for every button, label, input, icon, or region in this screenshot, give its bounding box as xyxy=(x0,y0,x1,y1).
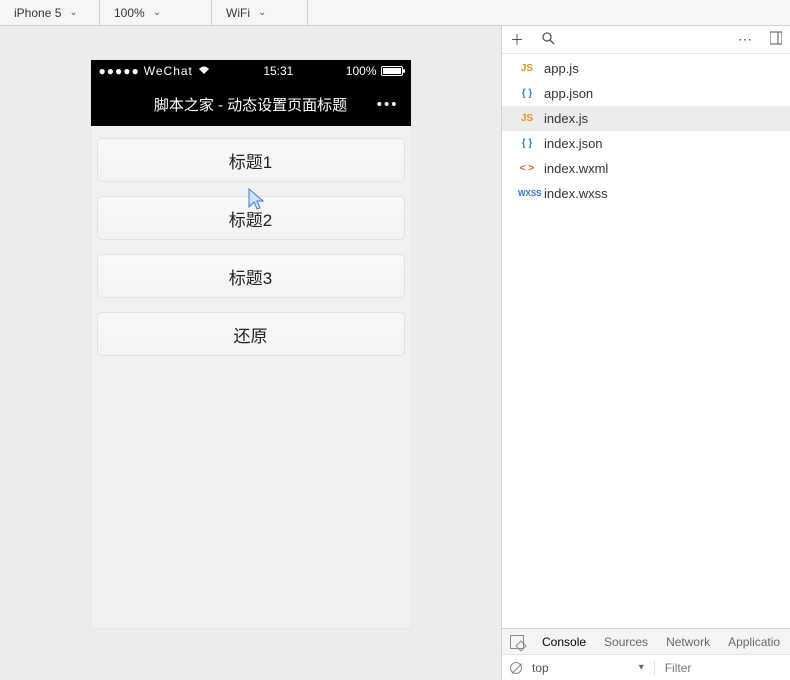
title1-button[interactable]: 标题1 xyxy=(97,138,405,182)
tab-network[interactable]: Network xyxy=(666,635,710,649)
tab-sources[interactable]: Sources xyxy=(604,635,648,649)
file-item[interactable]: { } app.json xyxy=(502,81,790,106)
js-file-icon: JS xyxy=(518,63,536,74)
reset-button[interactable]: 还原 xyxy=(97,312,405,356)
network-select-label: WiFi xyxy=(226,6,250,20)
status-time: 15:31 xyxy=(263,64,293,78)
element-picker-icon[interactable] xyxy=(510,635,524,649)
network-select[interactable]: WiFi ⌄ xyxy=(212,0,308,25)
device-select[interactable]: iPhone 5 ⌄ xyxy=(0,0,100,25)
zoom-select[interactable]: 100% ⌄ xyxy=(100,0,212,25)
page-title: 脚本之家 - 动态设置页面标题 xyxy=(154,94,347,115)
status-bar: ●●●●● WeChat 15:31 100% xyxy=(91,60,411,82)
wxss-file-icon: WXSS xyxy=(518,189,536,198)
title2-button[interactable]: 标题2 xyxy=(97,196,405,240)
button-label: 标题1 xyxy=(229,148,272,173)
file-item[interactable]: JS app.js xyxy=(502,56,790,81)
file-name: index.wxss xyxy=(544,186,608,201)
phone-frame: ●●●●● WeChat 15:31 100% 脚本之家 - 动态设置页面标题 … xyxy=(91,60,411,628)
file-toolbar: ＋ ⋯ xyxy=(502,26,790,54)
button-label: 标题3 xyxy=(229,264,272,289)
console-filter-bar: top ▾ xyxy=(502,654,790,680)
carrier-label: WeChat xyxy=(144,64,193,78)
file-item[interactable]: JS index.js xyxy=(502,106,790,131)
battery-pct: 100% xyxy=(346,64,377,78)
file-name: index.js xyxy=(544,111,588,126)
dropdown-icon: ▾ xyxy=(639,662,644,673)
file-item[interactable]: < > index.wxml xyxy=(502,156,790,181)
top-toolbar: iPhone 5 ⌄ 100% ⌄ WiFi ⌄ xyxy=(0,0,790,26)
json-file-icon: { } xyxy=(518,88,536,99)
tab-application[interactable]: Applicatio xyxy=(728,635,780,649)
file-name: index.json xyxy=(544,136,603,151)
context-select[interactable]: top ▾ xyxy=(532,661,655,675)
panel-toggle-icon[interactable] xyxy=(770,31,782,48)
file-item[interactable]: { } index.json xyxy=(502,131,790,156)
right-panel: ＋ ⋯ JS app.js { } app.json JS index.js { } inde… xyxy=(502,26,790,680)
simulator-panel: ●●●●● WeChat 15:31 100% 脚本之家 - 动态设置页面标题 … xyxy=(0,26,502,680)
filter-input[interactable] xyxy=(665,661,755,675)
zoom-select-label: 100% xyxy=(114,6,145,20)
file-item[interactable]: WXSS index.wxss xyxy=(502,181,790,206)
json-file-icon: { } xyxy=(518,138,536,149)
battery-icon xyxy=(381,66,403,76)
wxml-file-icon: < > xyxy=(518,163,536,174)
js-file-icon: JS xyxy=(518,113,536,124)
button-label: 标题2 xyxy=(229,206,272,231)
chevron-down-icon: ⌄ xyxy=(69,7,77,18)
file-name: app.json xyxy=(544,86,593,101)
clear-console-icon[interactable] xyxy=(510,662,522,674)
signal-dots-icon: ●●●●● xyxy=(99,64,140,78)
file-name: app.js xyxy=(544,61,579,76)
add-icon[interactable]: ＋ xyxy=(510,30,524,50)
more-horiz-icon[interactable]: ⋯ xyxy=(738,31,752,48)
chevron-down-icon: ⌄ xyxy=(258,7,266,18)
button-label: 还原 xyxy=(234,322,268,347)
wifi-icon xyxy=(197,64,211,78)
file-list: JS app.js { } app.json JS index.js { } index.js… xyxy=(502,54,790,628)
devtools-tab-bar: Console Sources Network Applicatio xyxy=(502,628,790,654)
tab-console[interactable]: Console xyxy=(542,635,586,649)
chevron-down-icon: ⌄ xyxy=(153,7,161,18)
more-icon[interactable]: ••• xyxy=(377,96,399,113)
search-icon[interactable] xyxy=(542,32,555,48)
status-right: 100% xyxy=(346,64,403,78)
title3-button[interactable]: 标题3 xyxy=(97,254,405,298)
context-label: top xyxy=(532,661,549,675)
file-name: index.wxml xyxy=(544,161,608,176)
nav-bar: 脚本之家 - 动态设置页面标题 ••• xyxy=(91,82,411,126)
device-select-label: iPhone 5 xyxy=(14,6,61,20)
status-left: ●●●●● WeChat xyxy=(99,64,211,78)
page-body: 标题1 标题2 标题3 还原 xyxy=(91,126,411,628)
